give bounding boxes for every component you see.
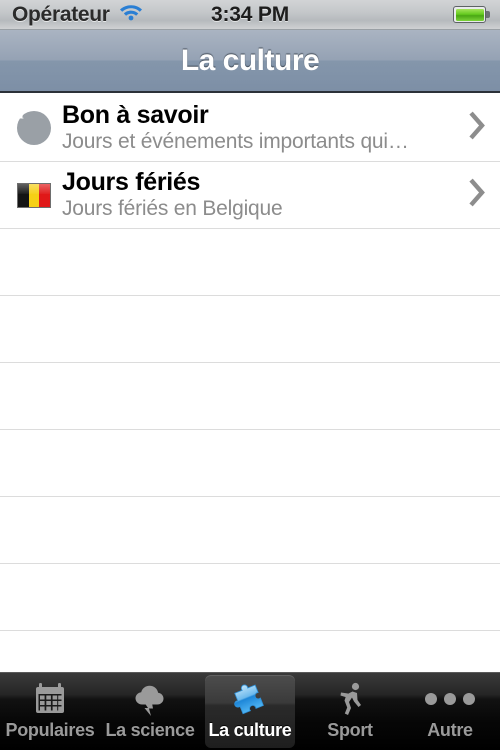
tab-bar: Populaires La science La culture Sport A… <box>0 672 500 750</box>
navigation-bar: La culture <box>0 30 500 93</box>
carrier-group: Opérateur <box>12 3 143 27</box>
empty-row <box>0 564 500 631</box>
row-title: Jours fériés <box>62 169 201 196</box>
empty-row <box>0 497 500 564</box>
empty-row <box>0 363 500 430</box>
tab-label: Sport <box>327 720 373 740</box>
more-dots-icon <box>425 679 475 719</box>
row-text-group: Jours fériés Jours fériés en Belgique <box>62 169 500 221</box>
tab-sport[interactable]: Sport <box>300 673 400 750</box>
chevron-right-icon <box>469 111 486 145</box>
carrier-label: Opérateur <box>12 2 110 26</box>
tab-populaires[interactable]: Populaires <box>0 673 100 750</box>
tab-label: La culture <box>208 720 292 740</box>
table-view[interactable]: Bon à savoir Jours et événements importa… <box>0 95 500 672</box>
running-person-icon <box>329 679 371 719</box>
iphone-screen: Opérateur 3:34 PM La culture Bon à savoi… <box>0 0 500 750</box>
cloud-lightning-icon <box>129 679 171 719</box>
status-bar: Opérateur 3:34 PM <box>0 0 500 30</box>
tab-label: Populaires <box>5 720 95 740</box>
battery-icon <box>453 6 490 23</box>
row-subtitle: Jours fériés en Belgique <box>62 197 283 220</box>
row-subtitle: Jours et événements importants qui… <box>62 130 409 153</box>
tab-label: Autre <box>427 720 473 740</box>
belgium-flag-icon <box>12 182 56 208</box>
empty-row <box>0 229 500 296</box>
page-title: La culture <box>180 43 320 77</box>
wifi-icon <box>119 3 143 26</box>
empty-row <box>0 631 500 672</box>
tab-la-science[interactable]: La science <box>100 673 200 750</box>
table-row[interactable]: Jours fériés Jours fériés en Belgique <box>0 162 500 229</box>
empty-row <box>0 296 500 363</box>
tab-autre[interactable]: Autre <box>400 673 500 750</box>
puzzle-piece-icon <box>229 679 271 719</box>
info-circle-icon <box>12 111 56 145</box>
row-title: Bon à savoir <box>62 102 209 129</box>
tab-la-culture[interactable]: La culture <box>200 673 300 750</box>
empty-row <box>0 430 500 497</box>
tab-label: La science <box>105 720 195 740</box>
row-text-group: Bon à savoir Jours et événements importa… <box>62 102 500 154</box>
chevron-right-icon <box>469 178 486 212</box>
table-row[interactable]: Bon à savoir Jours et événements importa… <box>0 95 500 162</box>
calendar-icon <box>29 679 71 719</box>
